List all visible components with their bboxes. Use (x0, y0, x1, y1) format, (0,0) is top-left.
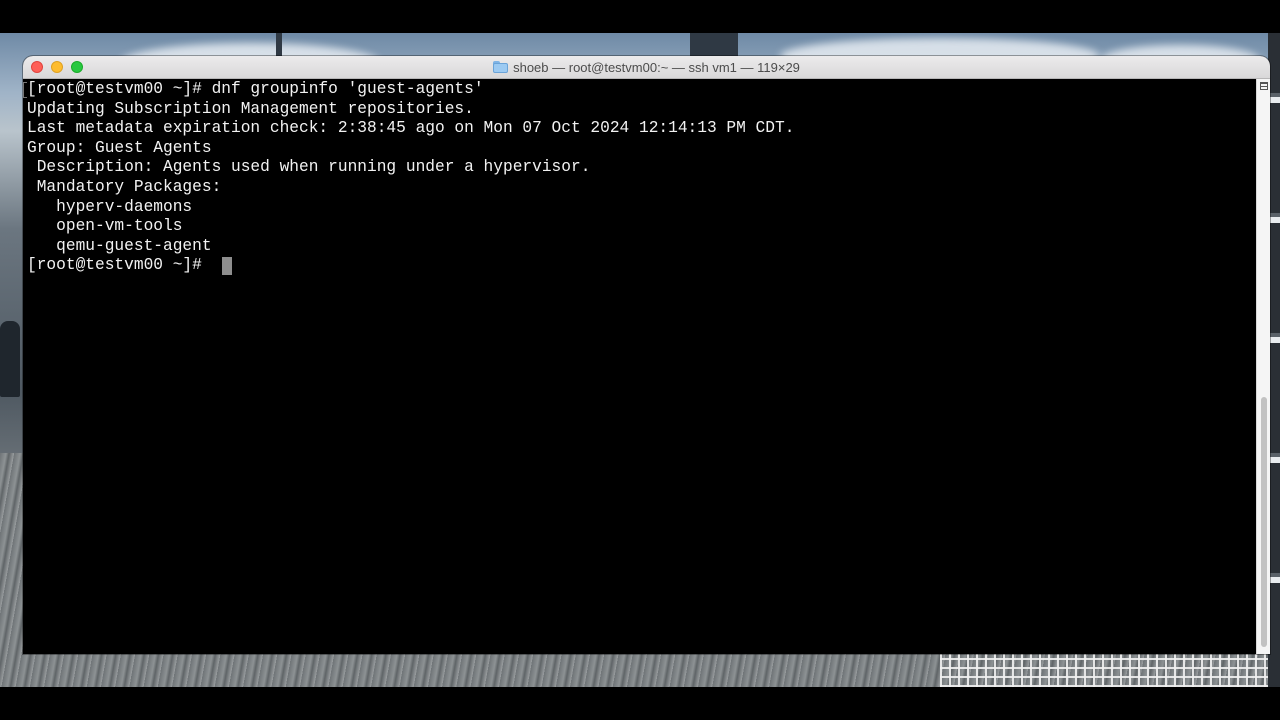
terminal-line: [root@testvm00 ~]# dnf groupinfo 'guest-… (27, 80, 484, 98)
scrollbar-thumb[interactable] (1261, 397, 1267, 647)
terminal-line: Last metadata expiration check: 2:38:45 … (27, 119, 795, 138)
terminal-line: Group: Guest Agents (27, 138, 212, 157)
terminal-line: open-vm-tools (27, 217, 183, 236)
window-title-group: shoeb — root@testvm00:~ — ssh vm1 — 119×… (23, 56, 1270, 78)
window-title: shoeb — root@testvm00:~ — ssh vm1 — 119×… (513, 59, 800, 75)
terminal-line: Mandatory Packages: (27, 177, 222, 196)
text-cursor (221, 257, 232, 276)
terminal-line: hyperv-daemons (27, 197, 193, 216)
scroll-gutter[interactable] (1256, 79, 1270, 654)
terminal-line: qemu-guest-agent (27, 236, 212, 255)
terminal-line: Updating Subscription Management reposit… (27, 99, 474, 118)
shell-prompt: [root@testvm00 ~]# (27, 256, 212, 275)
terminal-line: Description: Agents used when running un… (27, 158, 591, 177)
prompt-line[interactable]: [root@testvm00 ~]# (27, 256, 794, 276)
split-view-icon[interactable] (1260, 82, 1268, 90)
terminal-content[interactable]: [root@testvm00 ~]# dnf groupinfo 'guest-… (23, 79, 1256, 654)
window-titlebar[interactable]: shoeb — root@testvm00:~ — ssh vm1 — 119×… (23, 56, 1270, 79)
folder-icon (493, 61, 509, 73)
terminal-window[interactable]: shoeb — root@testvm00:~ — ssh vm1 — 119×… (23, 56, 1270, 654)
terminal-output: [root@testvm00 ~]# dnf groupinfo 'guest-… (27, 80, 794, 276)
